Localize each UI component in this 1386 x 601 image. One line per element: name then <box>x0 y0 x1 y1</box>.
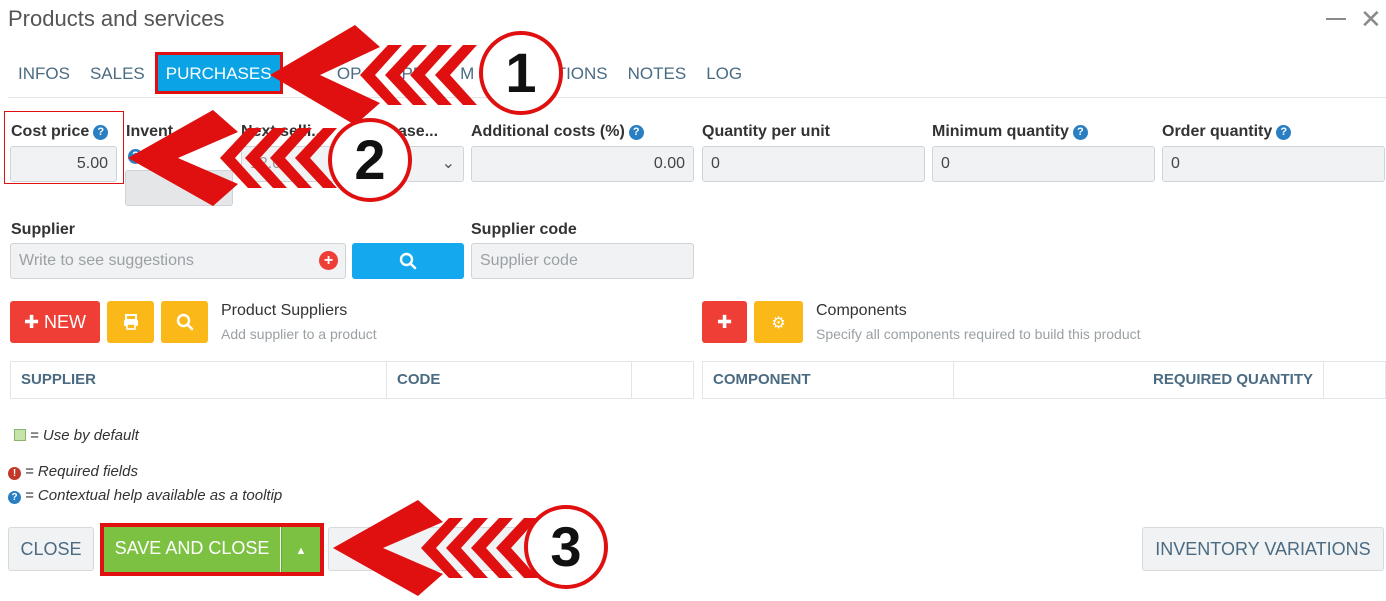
close-button[interactable]: CLOSE <box>8 527 94 571</box>
new-supplier-button[interactable]: ✚ NEW <box>10 301 100 343</box>
components-table-header: COMPONENT REQUIRED QUANTITY <box>702 361 1386 399</box>
add-supplier-icon[interactable]: + <box>319 251 338 270</box>
column-actions <box>632 362 694 398</box>
help-icon: ? <box>1276 125 1292 140</box>
product-suppliers-subtitle: Add supplier to a product <box>221 326 377 342</box>
minimum-quantity-input[interactable]: 0 <box>932 146 1155 182</box>
tabs-divider <box>8 97 1386 98</box>
tab-infos[interactable]: INFOS <box>8 52 80 94</box>
window-title: Products and services <box>8 6 225 31</box>
print-icon <box>123 314 138 330</box>
plus-icon: ✚ <box>716 312 733 332</box>
supplier-input[interactable]: Write to see suggestions <box>10 243 346 279</box>
column-supplier[interactable]: SUPPLIER <box>10 362 387 398</box>
supplier-code-label: Supplier code <box>471 221 577 238</box>
chevron-down-icon: ⌄ <box>441 155 455 172</box>
quantity-per-unit-label: Quantity per unit <box>702 123 830 140</box>
supplier-label: Supplier <box>11 221 76 238</box>
tab-purchases[interactable]: PURCHASES <box>154 52 283 94</box>
order-quantity-input[interactable]: 0 <box>1162 146 1385 182</box>
components-title: Components <box>816 302 907 319</box>
add-component-button[interactable]: ✚ <box>702 301 747 343</box>
tab-sales[interactable]: SALES <box>80 52 155 94</box>
search-suppliers-button[interactable] <box>161 301 208 343</box>
help-icon: ? <box>628 125 644 140</box>
cost-price-input[interactable]: 5.00 <box>10 146 117 182</box>
annotation-arrow-3 <box>333 500 538 596</box>
legend-default: = Use by default <box>14 427 139 444</box>
column-actions <box>1324 362 1386 398</box>
step-2-badge: 2 <box>328 118 412 202</box>
column-component[interactable]: COMPONENT <box>702 362 954 398</box>
components-settings-button[interactable]: ⚙ <box>754 301 803 343</box>
save-and-close-button[interactable]: SAVE AND CLOSE <box>104 527 280 572</box>
components-subtitle: Specify all components required to build… <box>816 326 1141 342</box>
additional-costs-input[interactable]: 0.00 <box>471 146 694 182</box>
minimize-icon[interactable] <box>1326 18 1346 20</box>
additional-costs-label: Additional costs (%)? <box>471 123 644 141</box>
step-3-badge: 3 <box>524 505 608 589</box>
print-button[interactable] <box>107 301 154 343</box>
supplier-code-input[interactable]: Supplier code <box>471 243 694 279</box>
column-required-quantity[interactable]: REQUIRED QUANTITY <box>954 362 1324 398</box>
help-icon: ? <box>1072 125 1088 140</box>
legend-help: ? = Contextual help available as a toolti… <box>8 487 282 504</box>
supplier-search-button[interactable] <box>352 243 464 279</box>
annotation-arrow-2 <box>128 110 337 206</box>
gears-icon: ⚙ <box>771 315 786 332</box>
order-quantity-label: Order quantity? <box>1162 123 1292 141</box>
help-icon: ? <box>8 491 21 504</box>
caret-up-icon: ▲ <box>295 545 307 557</box>
help-icon: ? <box>93 125 109 140</box>
cost-price-label: Cost price? <box>11 123 109 141</box>
quantity-per-unit-input[interactable]: 0 <box>702 146 925 182</box>
suppliers-table-header: SUPPLIER CODE <box>10 361 694 399</box>
product-suppliers-title: Product Suppliers <box>221 302 348 319</box>
minimum-quantity-label: Minimum quantity? <box>932 123 1088 141</box>
column-code[interactable]: CODE <box>387 362 632 398</box>
save-options-button[interactable]: ▲ <box>281 527 320 572</box>
plus-icon: ✚ <box>23 312 40 332</box>
legend-required: ! = Required fields <box>8 463 138 480</box>
inventory-variations-button[interactable]: INVENTORY VARIATIONS <box>1142 527 1384 571</box>
search-icon <box>399 252 417 270</box>
default-swatch <box>14 429 26 441</box>
step-1-badge: 1 <box>479 31 563 115</box>
tab-log[interactable]: LOG <box>696 52 752 94</box>
tab-notes[interactable]: NOTES <box>618 52 697 94</box>
close-icon[interactable]: ✕ <box>1360 6 1382 32</box>
required-icon: ! <box>8 467 21 480</box>
search-icon <box>176 313 193 331</box>
